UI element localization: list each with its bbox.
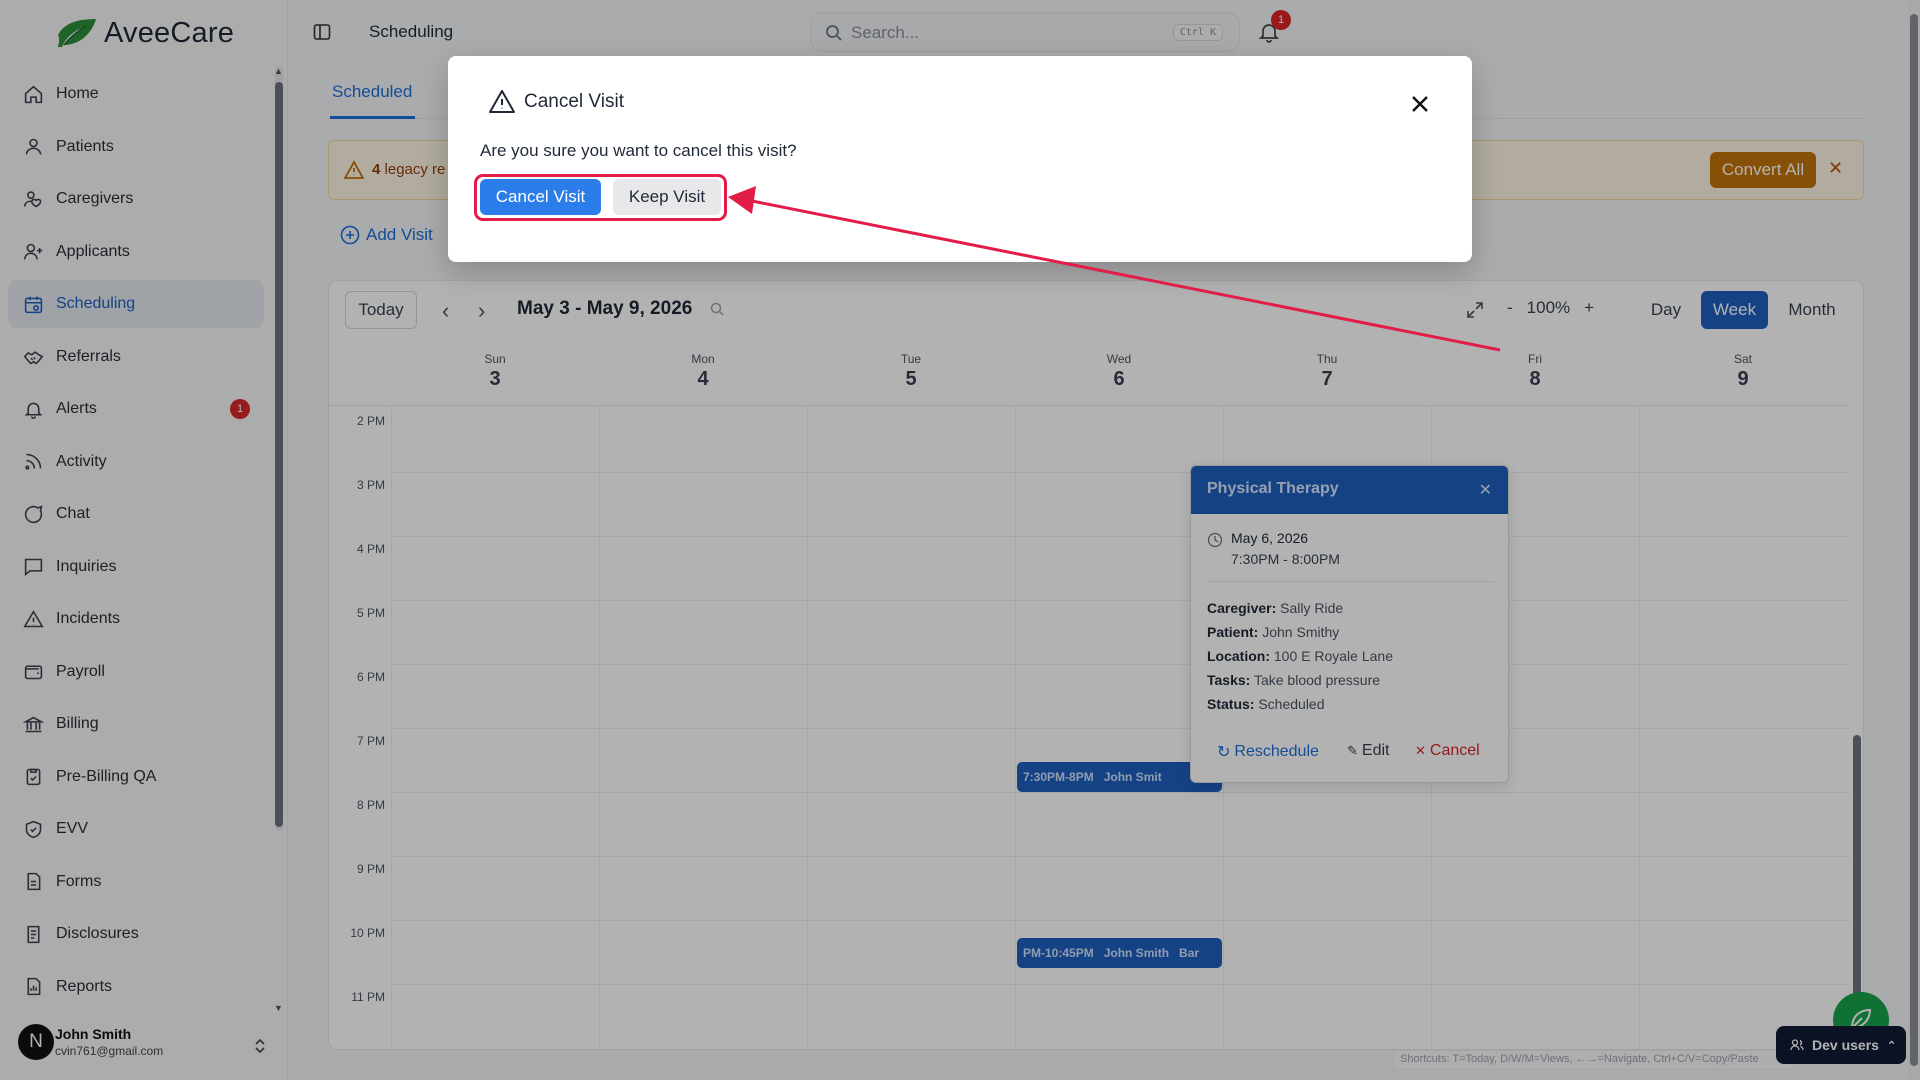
warning-icon	[489, 90, 515, 113]
cancel-visit-dialog: Cancel Visit Are you sure you want to ca…	[448, 56, 1472, 262]
dialog-title: Cancel Visit	[524, 91, 624, 112]
keep-visit-button[interactable]: Keep Visit	[613, 179, 721, 215]
close-icon[interactable]	[1408, 92, 1432, 116]
confirm-cancel-visit-button[interactable]: Cancel Visit	[480, 179, 601, 215]
dialog-message: Are you sure you want to cancel this vis…	[480, 141, 797, 160]
